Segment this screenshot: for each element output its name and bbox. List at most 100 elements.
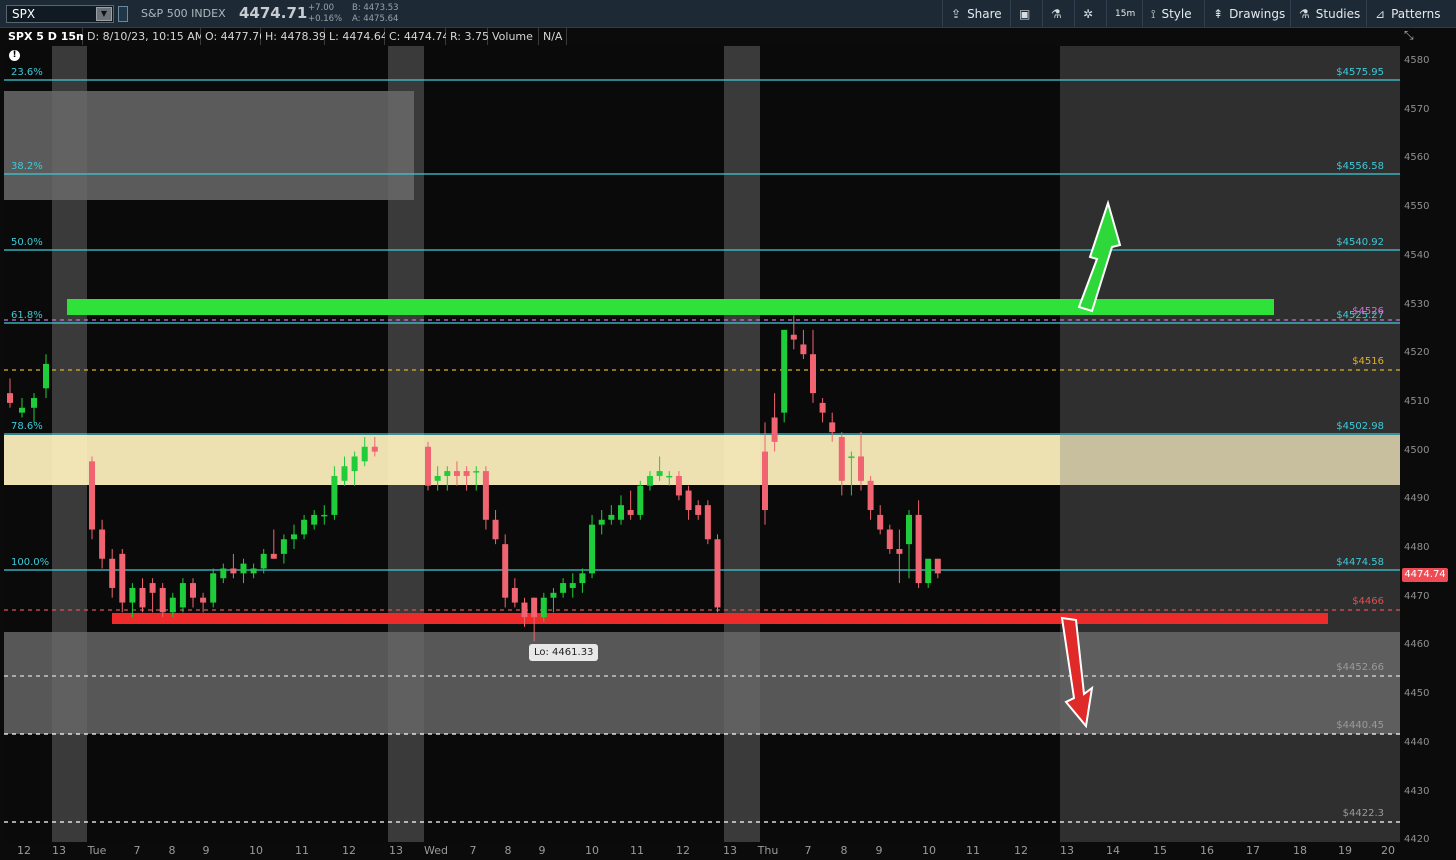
- chart-title[interactable]: SPX 5 D 15m: [4, 28, 88, 45]
- candle-body: [511, 587, 518, 603]
- share-button[interactable]: ⇪ Share: [942, 0, 1010, 28]
- fib-price-label: $4575.95: [1336, 67, 1384, 78]
- time-tick: 11: [966, 844, 980, 857]
- fib-price-label: $4474.58: [1336, 557, 1384, 568]
- candle-body: [618, 505, 624, 520]
- candle-body: [540, 597, 547, 618]
- candle-body: [646, 475, 653, 486]
- top-toolbar: SPX ▼ S&P 500 INDEX 4474.71 +7.00 +0.16%…: [0, 0, 1456, 28]
- price-chart[interactable]: [4, 46, 1400, 842]
- candle-body: [886, 529, 893, 549]
- candle-body: [598, 519, 605, 525]
- time-tick: Wed: [424, 844, 448, 857]
- candle-body: [819, 402, 826, 413]
- candle-body: [331, 475, 338, 515]
- link-icon[interactable]: [118, 6, 128, 22]
- price-axis[interactable]: 4580 4570 4560 4550 4540 4530 4520 4510 4500 4490…: [1400, 46, 1456, 846]
- price-tick: 4440: [1404, 736, 1430, 748]
- price-tick: 4490: [1404, 493, 1430, 505]
- collapse-icon[interactable]: ⤡: [1404, 28, 1414, 43]
- price-tick: 4430: [1404, 785, 1430, 797]
- candle-body: [425, 446, 431, 486]
- candle-body: [627, 510, 634, 515]
- price-tick: 4420: [1404, 834, 1430, 846]
- candle-body: [240, 563, 247, 574]
- time-tick: 12: [1014, 844, 1028, 857]
- price-tick: 4460: [1404, 639, 1430, 651]
- price-tick: 4450: [1404, 688, 1430, 700]
- time-tick: 10: [585, 844, 599, 857]
- fib-pct-label: 78.6%: [11, 421, 43, 432]
- price-tick: 4480: [1404, 542, 1430, 553]
- candle-body: [220, 568, 227, 579]
- candle-body: [301, 519, 308, 535]
- volume-value: N/A: [539, 28, 567, 45]
- candle-body: [790, 334, 797, 340]
- time-axis[interactable]: 12 13 Tue 7 8 9 10 11 12 13 Wed 7 8 9 10 11 12 13 Thu 7 8 9 10…: [0, 842, 1400, 860]
- style-button[interactable]: ⟟ Style: [1142, 0, 1204, 28]
- range-value: R: 3.75: [446, 28, 489, 45]
- time-tick: 9: [875, 844, 883, 857]
- symbol-dropdown-icon[interactable]: ▼: [96, 7, 112, 21]
- support-zone: [4, 632, 1400, 734]
- price-tick: 4510: [1404, 395, 1430, 407]
- time-tick: 12: [676, 844, 690, 857]
- candle-body: [829, 422, 836, 433]
- symbol-value: SPX: [12, 7, 36, 21]
- candle-body: [31, 398, 37, 408]
- price-tick: 4550: [1404, 201, 1430, 213]
- snapshot-button[interactable]: ▣: [1010, 0, 1042, 28]
- studies-button[interactable]: ⚗ Studies: [1290, 0, 1366, 28]
- fib-price-label: $4556.58: [1336, 161, 1384, 172]
- volume-label: Volume: [488, 28, 539, 45]
- candle-body: [270, 553, 277, 559]
- time-tick: 7: [804, 844, 812, 857]
- alert-icon[interactable]: !: [9, 50, 20, 61]
- lab-button[interactable]: ⚗: [1042, 0, 1074, 28]
- candle-body: [109, 558, 116, 588]
- low-value: L: 4474.64: [325, 28, 388, 45]
- candle-body: [311, 514, 318, 525]
- fib-pct-label: 50.0%: [11, 237, 43, 248]
- symbol-input[interactable]: SPX ▼: [6, 5, 114, 23]
- time-tick: 20: [1381, 844, 1395, 857]
- candle-body: [19, 407, 25, 413]
- level-price-label: $4526: [1352, 306, 1384, 317]
- interval-button[interactable]: 15m: [1106, 0, 1142, 28]
- fib-price-label: $4502.98: [1336, 421, 1384, 432]
- candle-body: [502, 544, 509, 598]
- time-tick: 7: [133, 844, 141, 857]
- current-price-tag: 4474.74: [1402, 567, 1448, 582]
- candle-body: [589, 524, 596, 574]
- candle-body: [190, 583, 196, 598]
- time-tick: 8: [840, 844, 848, 857]
- candle-body: [210, 573, 217, 603]
- candle-body: [341, 466, 348, 481]
- candle-body: [444, 471, 451, 476]
- candle-body: [463, 471, 470, 476]
- patterns-button[interactable]: ⊿ Patterns: [1366, 0, 1456, 28]
- time-tick: 10: [249, 844, 263, 857]
- candle-body: [169, 597, 176, 613]
- candle-body: [771, 417, 778, 442]
- candle-body: [129, 587, 136, 603]
- time-tick: 13: [389, 844, 403, 857]
- candle-body: [149, 583, 156, 593]
- candle-body: [492, 519, 499, 540]
- candle-body: [250, 568, 257, 574]
- bar-date: D: 8/10/23, 10:15 AM: [83, 28, 204, 45]
- flask-icon: ⚗: [1299, 7, 1310, 21]
- time-tick: 9: [202, 844, 210, 857]
- candle-body: [43, 363, 49, 389]
- settings-button[interactable]: ✲: [1074, 0, 1106, 28]
- candle-body: [99, 529, 106, 559]
- candle-body: [704, 505, 711, 540]
- low-callout: Lo: 4461.33: [529, 644, 599, 661]
- candle-body: [637, 485, 644, 515]
- candle-body: [139, 587, 146, 608]
- time-tick: 14: [1106, 844, 1120, 857]
- price-tick: 4530: [1404, 298, 1430, 310]
- time-tick: 9: [538, 844, 546, 857]
- drawings-button[interactable]: ⇞ Drawings: [1204, 0, 1290, 28]
- last-price: 4474.71: [239, 4, 308, 22]
